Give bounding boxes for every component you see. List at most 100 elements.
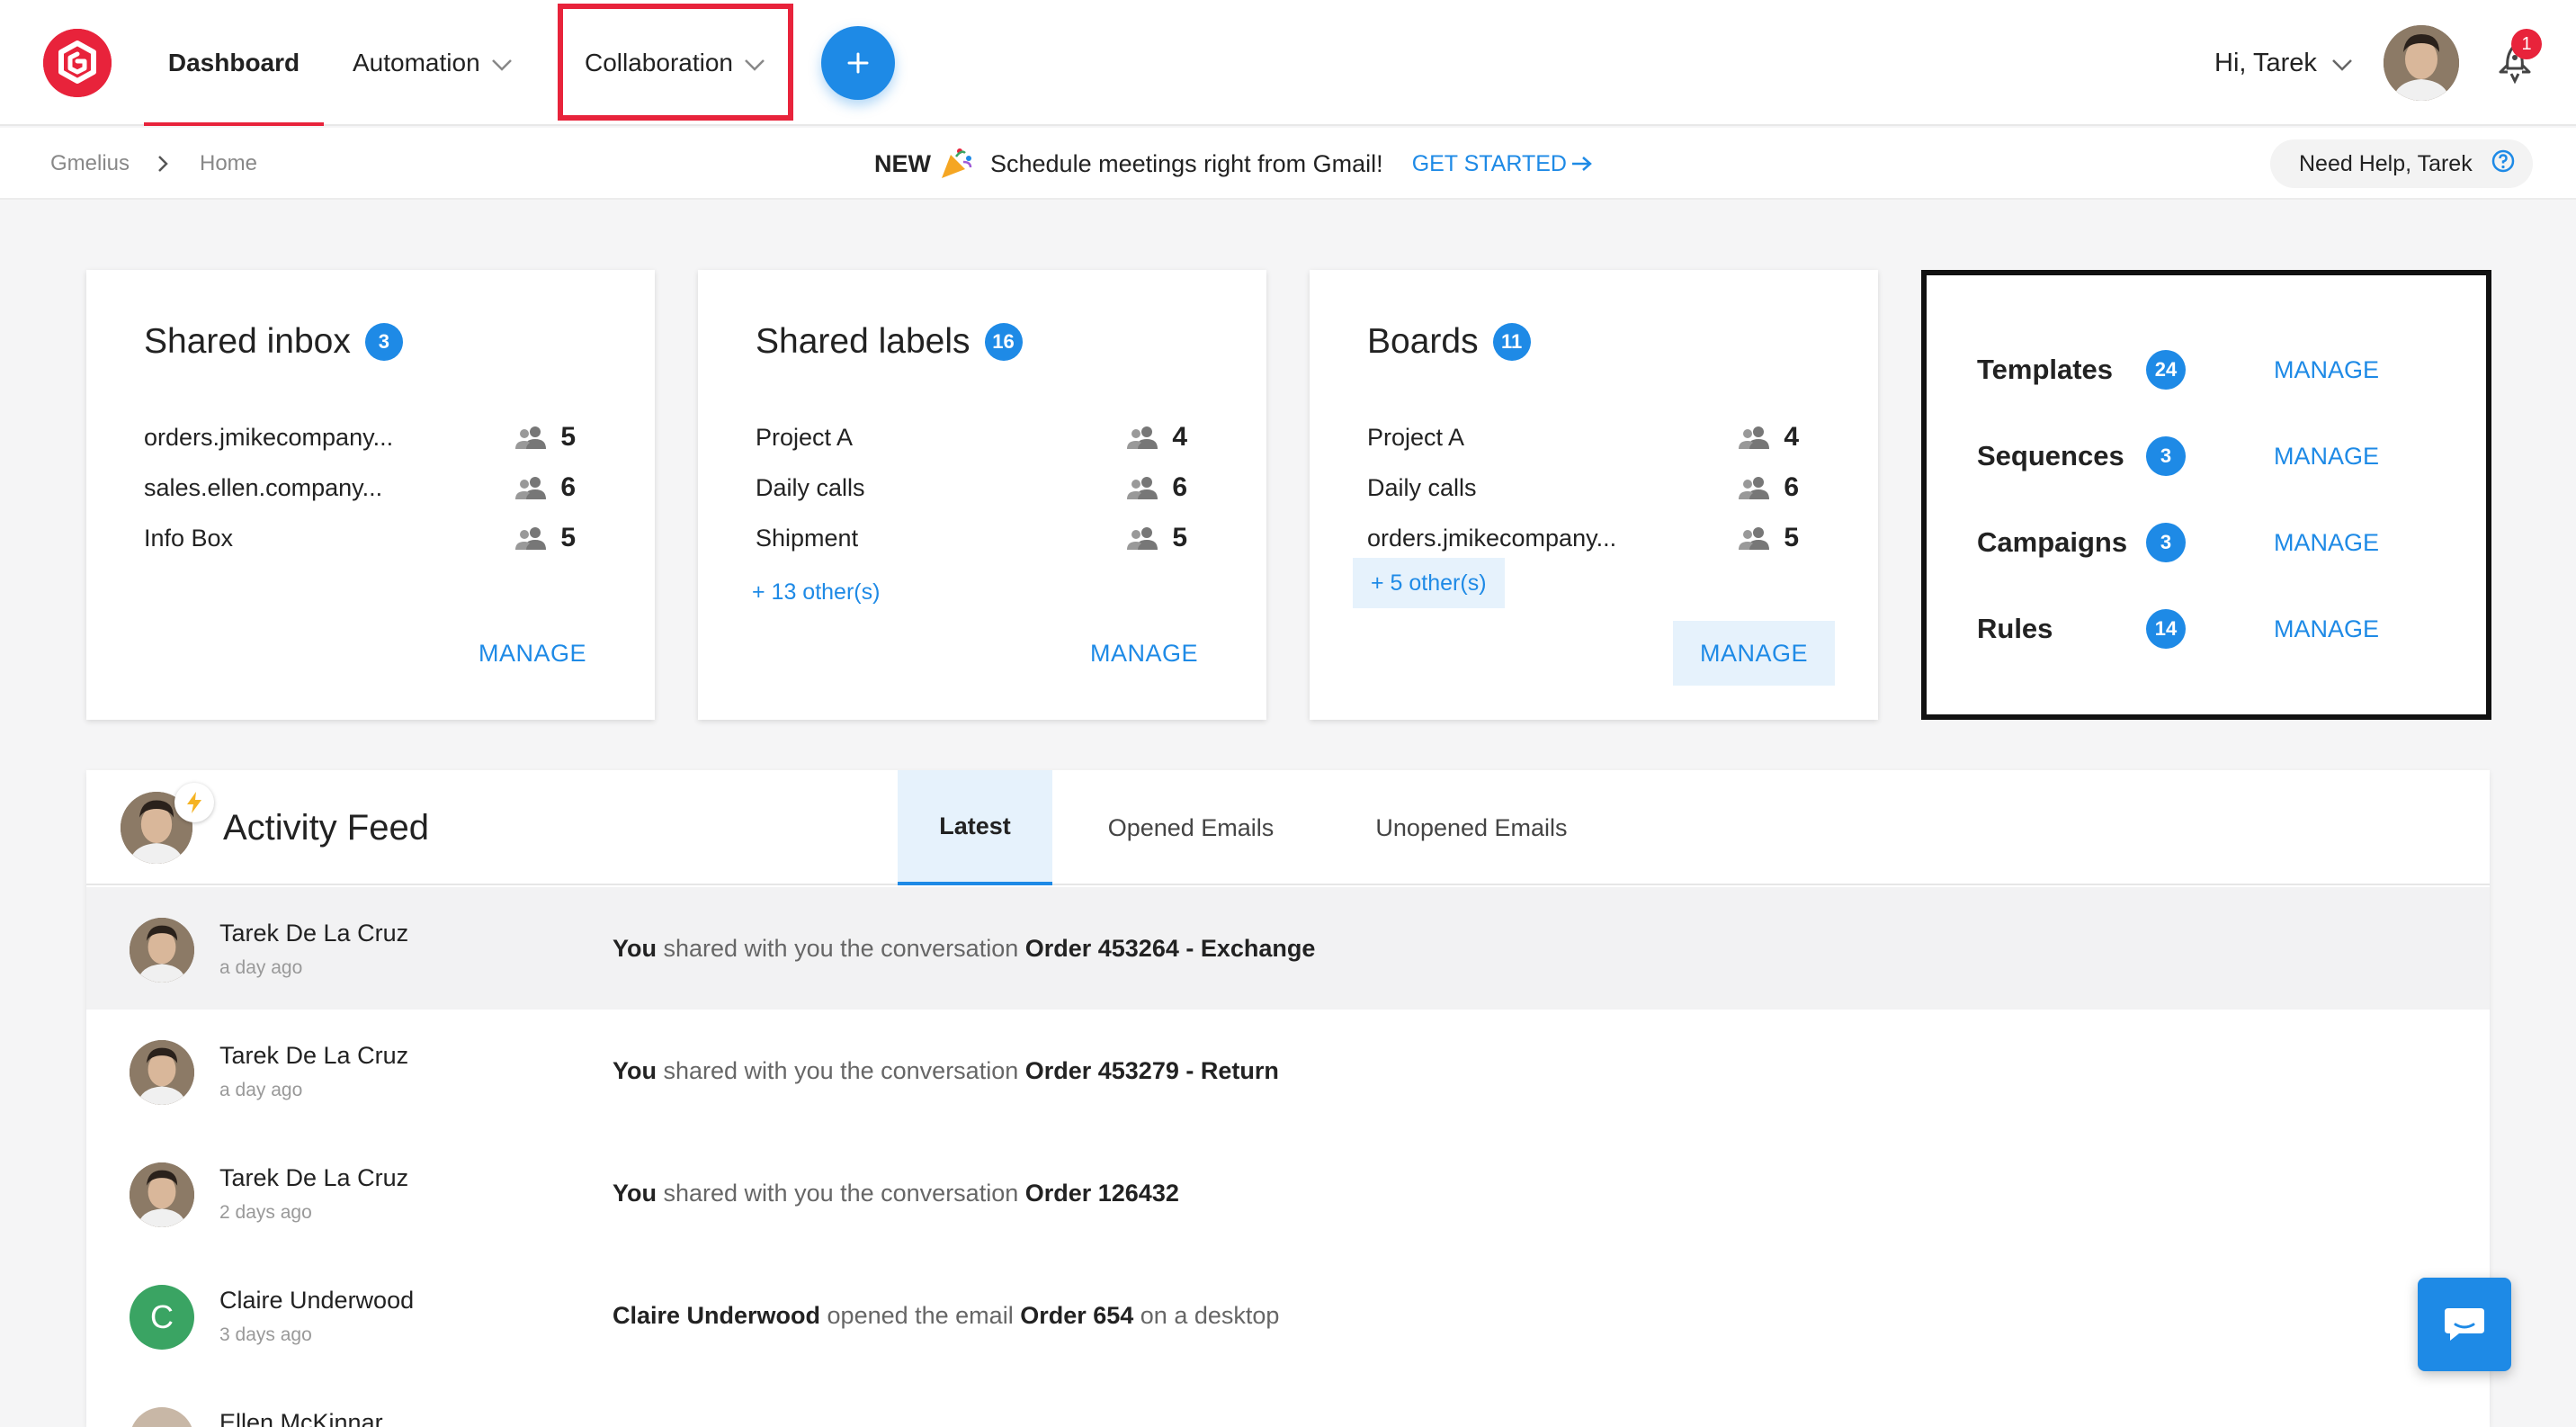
feed-user-name: Ellen McKinnar — [219, 1409, 383, 1427]
feed-timestamp: 3 days ago — [219, 1324, 312, 1345]
member-count: 5 — [514, 422, 576, 453]
boards-title: Boards — [1367, 322, 1479, 361]
count-badge: 11 — [1492, 323, 1531, 361]
feed-actor: You — [613, 1056, 657, 1084]
feed-row[interactable]: Tarek De La Cruz 2 days ago You shared w… — [86, 1132, 2490, 1254]
feed-suffix: on a desktop — [1133, 1301, 1280, 1329]
get-started-link[interactable]: GET STARTED — [1412, 151, 1594, 177]
member-count: 4 — [1737, 422, 1799, 453]
count-badge: 14 — [2146, 609, 2186, 649]
nav-dashboard[interactable]: Dashboard — [144, 0, 324, 126]
feed-row[interactable]: Ellen McKinnar — [86, 1377, 2490, 1427]
list-item[interactable]: orders.jmikecompany... 5 — [1367, 520, 1799, 556]
manage-templates-link[interactable]: MANAGE — [2274, 356, 2379, 384]
lightning-icon — [174, 783, 214, 822]
add-button[interactable] — [821, 26, 895, 100]
users-icon — [1127, 426, 1158, 449]
list-item[interactable]: Info Box 5 — [144, 520, 576, 556]
nav-automation[interactable]: Automation — [353, 0, 513, 126]
feed-row[interactable]: Tarek De La Cruz a day ago You shared wi… — [86, 887, 2490, 1010]
list-item[interactable]: Shipment 5 — [756, 520, 1187, 556]
chat-button[interactable] — [2418, 1278, 2511, 1371]
notification-badge: 1 — [2511, 29, 2542, 59]
tab-latest[interactable]: Latest — [898, 770, 1052, 885]
feed-row[interactable]: Tarek De La Cruz a day ago You shared wi… — [86, 1010, 2490, 1132]
gmelius-logo[interactable] — [43, 29, 112, 97]
sub-bar: Gmelius Home NEW Schedule meetings right… — [0, 128, 2576, 200]
chat-bubble-icon — [2445, 1308, 2484, 1341]
manage-rules-link[interactable]: MANAGE — [2274, 615, 2379, 643]
feed-timestamp: a day ago — [219, 957, 303, 978]
users-icon — [1739, 477, 1770, 499]
list-item[interactable]: orders.jmikecompany... 5 — [144, 419, 576, 455]
tool-row-templates: Templates 24 MANAGE — [1977, 347, 2427, 392]
chevron-right-icon — [157, 128, 169, 200]
nav-collaboration[interactable]: Collaboration — [585, 0, 765, 126]
tool-name: Templates — [1977, 354, 2114, 385]
shared-inbox-title: Shared inbox — [144, 322, 351, 361]
member-count: 6 — [1125, 472, 1187, 503]
manage-boards-button[interactable]: MANAGE — [1673, 621, 1835, 686]
inbox-name: sales.ellen.company... — [144, 473, 383, 501]
shared-labels-card: Shared labels 16 Project A 4 Daily calls… — [698, 270, 1266, 720]
shared-inbox-card: Shared inbox 3 orders.jmikecompany... 5 … — [86, 270, 655, 720]
list-item[interactable]: Project A 4 — [756, 419, 1187, 455]
top-nav: Dashboard Automation Collaboration Hi, T… — [0, 0, 2576, 126]
feed-verb: opened the email — [820, 1301, 1021, 1329]
feed-user-name: Tarek De La Cruz — [219, 920, 409, 947]
feed-user-name: Tarek De La Cruz — [219, 1164, 409, 1191]
board-name: Daily calls — [1367, 473, 1477, 501]
feed-row[interactable]: C Claire Underwood 3 days ago Claire Und… — [86, 1254, 2490, 1377]
tool-name: Sequences — [1977, 440, 2124, 471]
list-item[interactable]: Project A 4 — [1367, 419, 1799, 455]
more-boards-link[interactable]: + 5 other(s) — [1353, 558, 1505, 608]
more-labels-link[interactable]: + 13 other(s) — [752, 567, 880, 617]
breadcrumb-root[interactable]: Gmelius — [50, 128, 130, 200]
feed-subject[interactable]: Order 453279 - Return — [1025, 1057, 1279, 1085]
users-icon — [515, 527, 547, 550]
label-name: Shipment — [756, 524, 859, 552]
member-count: 6 — [1737, 472, 1799, 503]
board-name: Project A — [1367, 423, 1465, 451]
list-item[interactable]: Daily calls 6 — [756, 470, 1187, 506]
active-tab-indicator — [144, 122, 324, 126]
feed-message: You shared with you the conversation Ord… — [613, 887, 1315, 1010]
inbox-name: Info Box — [144, 524, 234, 552]
tool-row-rules: Rules 14 MANAGE — [1977, 606, 2427, 651]
manage-sequences-link[interactable]: MANAGE — [2274, 443, 2379, 471]
feed-timestamp: 2 days ago — [219, 1202, 312, 1223]
nav-automation-label: Automation — [353, 49, 480, 76]
tab-opened-emails[interactable]: Opened Emails — [1087, 770, 1295, 885]
help-circle-icon — [2491, 148, 2516, 180]
users-icon — [1739, 426, 1770, 449]
list-item[interactable]: sales.ellen.company... 6 — [144, 470, 576, 506]
count-badge: 24 — [2146, 350, 2186, 390]
count-badge: 16 — [984, 323, 1023, 361]
member-count-value: 5 — [560, 523, 576, 552]
card-title: Shared inbox 3 — [144, 322, 403, 362]
member-count: 5 — [514, 523, 576, 553]
feed-subject[interactable]: Order 453264 - Exchange — [1025, 935, 1316, 963]
tool-row-campaigns: Campaigns 3 MANAGE — [1977, 520, 2427, 565]
manage-shared-labels-button[interactable]: MANAGE — [1072, 626, 1216, 680]
feed-actor: Claire Underwood — [613, 1301, 821, 1329]
manage-shared-inbox-button[interactable]: MANAGE — [461, 626, 604, 680]
feed-subject[interactable]: Order 126432 — [1025, 1180, 1179, 1207]
feed-actor: You — [613, 1179, 657, 1207]
feed-subject[interactable]: Order 654 — [1020, 1302, 1133, 1330]
manage-campaigns-link[interactable]: MANAGE — [2274, 529, 2379, 557]
activity-feed: Activity Feed Latest Opened Emails Unope… — [86, 770, 2490, 1427]
list-item[interactable]: Daily calls 6 — [1367, 470, 1799, 506]
activity-feed-header: Activity Feed Latest Opened Emails Unope… — [86, 770, 2490, 885]
user-avatar[interactable] — [2384, 25, 2459, 101]
feed-user-name: Tarek De La Cruz — [219, 1042, 409, 1069]
help-button[interactable]: Need Help, Tarek — [2270, 139, 2533, 188]
nav-collaboration-label: Collaboration — [585, 49, 733, 76]
feed-user-name: Claire Underwood — [219, 1287, 415, 1314]
avatar — [130, 1162, 194, 1227]
member-count-value: 4 — [1172, 422, 1187, 452]
promo-banner: NEW Schedule meetings right from Gmail! … — [874, 128, 1594, 200]
user-menu[interactable]: Hi, Tarek — [2214, 0, 2353, 126]
count-badge: 3 — [2146, 436, 2186, 476]
tab-unopened-emails[interactable]: Unopened Emails — [1346, 770, 1597, 885]
